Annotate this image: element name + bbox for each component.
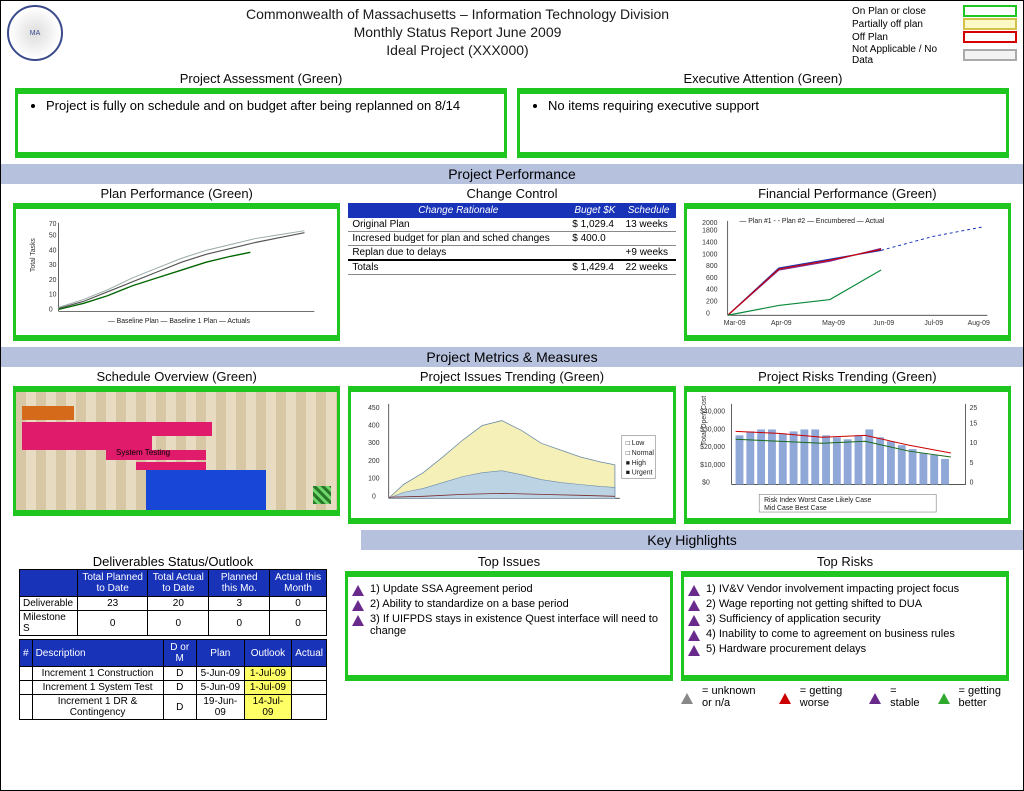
issues-trending-chart: 0 100 200 300 400 450 □ Low □ Normal ■ High ■… xyxy=(348,386,675,524)
svg-text:200: 200 xyxy=(368,458,380,465)
report-title: Commonwealth of Massachusetts – Informat… xyxy=(63,5,852,60)
stable-icon xyxy=(352,585,364,596)
svg-text:■ Urgent: ■ Urgent xyxy=(626,470,653,477)
change-control-table: Change RationaleBuget $KSchedule Origina… xyxy=(348,203,675,275)
svg-text:200: 200 xyxy=(706,298,718,305)
stable-icon xyxy=(688,630,700,641)
project-assessment-panel: Project is fully on schedule and on budg… xyxy=(15,88,507,158)
unknown-icon xyxy=(681,693,693,704)
financial-performance-chart: 0 200 400 600 800 1000 1400 18002000 Mar-09 Apr-… xyxy=(684,203,1011,341)
svg-text:2000: 2000 xyxy=(702,220,717,227)
svg-text:Total Open Costs: Total Open Costs xyxy=(701,396,708,445)
worse-icon xyxy=(779,693,791,704)
svg-text:Apr-09: Apr-09 xyxy=(771,320,792,327)
svg-text:400: 400 xyxy=(368,422,380,429)
stable-icon xyxy=(869,693,881,704)
section-project-performance: Project Performance xyxy=(1,164,1023,184)
svg-text:50: 50 xyxy=(49,233,57,240)
svg-text:Mid Case Best Case: Mid Case Best Case xyxy=(764,505,827,512)
svg-text:Jul-09: Jul-09 xyxy=(924,320,943,327)
svg-text:600: 600 xyxy=(706,275,718,282)
schedule-gantt-chart: System Testing xyxy=(13,386,340,516)
svg-text:0: 0 xyxy=(49,306,53,313)
svg-text:30: 30 xyxy=(49,262,57,269)
project-assessment-title: Project Assessment (Green) xyxy=(15,71,507,86)
deliverables-detail-table: #DescriptionD or MPlanOutlookActual Incr… xyxy=(19,639,327,720)
svg-text:1800: 1800 xyxy=(702,228,717,235)
svg-text:0: 0 xyxy=(372,493,376,500)
status-legend: On Plan or close Partially off plan Off … xyxy=(852,5,1017,67)
triangle-legend: = unknown or n/a = getting worse = stabl… xyxy=(681,685,1009,709)
top-issues-title: Top Issues xyxy=(345,554,673,569)
svg-text:Mar-09: Mar-09 xyxy=(723,320,745,327)
svg-text:□ Low: □ Low xyxy=(626,440,645,447)
svg-text:10: 10 xyxy=(969,440,977,447)
svg-text:Risk Index Worst Case Like: Risk Index Worst Case Likely Case xyxy=(764,497,871,504)
issues-trending-title: Project Issues Trending (Green) xyxy=(348,369,675,384)
svg-text:800: 800 xyxy=(706,263,718,270)
svg-text:1000: 1000 xyxy=(702,251,717,258)
svg-text:70: 70 xyxy=(49,221,57,228)
schedule-overview-title: Schedule Overview (Green) xyxy=(13,369,340,384)
svg-text:— Baseline Plan — Baseline 1: — Baseline Plan — Baseline 1 Plan — Actu… xyxy=(108,318,251,325)
risks-trending-title: Project Risks Trending (Green) xyxy=(684,369,1011,384)
stable-icon xyxy=(688,645,700,656)
plan-performance-chart: 0 10 20 30 40 50 70 — Baseline Plan — Baseline… xyxy=(13,203,340,341)
svg-text:$0: $0 xyxy=(702,480,710,487)
svg-text:■ High: ■ High xyxy=(626,460,646,467)
svg-text:15: 15 xyxy=(969,421,977,428)
stable-icon xyxy=(688,600,700,611)
section-metrics: Project Metrics & Measures xyxy=(1,347,1023,367)
svg-text:Total Tasks: Total Tasks xyxy=(30,238,37,272)
top-risks-panel: 1) IV&V Vendor involvement impacting pro… xyxy=(681,571,1009,681)
svg-text:$10,000: $10,000 xyxy=(700,462,725,469)
svg-text:10: 10 xyxy=(49,292,57,299)
change-control-title: Change Control xyxy=(348,186,675,201)
executive-attention-panel: No items requiring executive support xyxy=(517,88,1009,158)
stable-icon xyxy=(688,615,700,626)
svg-text:Aug-09: Aug-09 xyxy=(967,320,989,327)
stable-icon xyxy=(352,615,364,626)
plan-performance-title: Plan Performance (Green) xyxy=(13,186,340,201)
risks-trending-chart: $0$10,000$20,000$30,000$40,000 05101525 … xyxy=(684,386,1011,524)
svg-text:300: 300 xyxy=(368,440,380,447)
better-icon xyxy=(938,693,950,704)
svg-text:Jun-09: Jun-09 xyxy=(873,320,894,327)
svg-text:□ Normal: □ Normal xyxy=(626,450,655,457)
svg-text:25: 25 xyxy=(969,405,977,412)
stable-icon xyxy=(688,585,700,596)
state-seal-icon: MA xyxy=(7,5,63,61)
svg-text:400: 400 xyxy=(706,287,718,294)
executive-attention-title: Executive Attention (Green) xyxy=(517,71,1009,86)
svg-text:1400: 1400 xyxy=(702,239,717,246)
financial-performance-title: Financial Performance (Green) xyxy=(684,186,1011,201)
section-key-highlights: Key Highlights xyxy=(361,530,1023,550)
svg-text:— Plan #1 - - Plan #2 — Encu: — Plan #1 - - Plan #2 — Encumbered — Act… xyxy=(739,218,884,225)
svg-text:0: 0 xyxy=(706,310,710,317)
stable-icon xyxy=(352,600,364,611)
svg-text:5: 5 xyxy=(969,460,973,467)
top-risks-title: Top Risks xyxy=(681,554,1009,569)
svg-text:0: 0 xyxy=(969,480,973,487)
top-issues-panel: 1) Update SSA Agreement period 2) Abilit… xyxy=(345,571,673,681)
deliverables-title: Deliverables Status/Outlook xyxy=(19,554,327,569)
deliverables-summary-table: Total Planned to DateTotal Actual to Dat… xyxy=(19,569,327,636)
svg-text:100: 100 xyxy=(368,476,380,483)
svg-text:40: 40 xyxy=(49,247,57,254)
svg-text:20: 20 xyxy=(49,277,57,284)
svg-text:450: 450 xyxy=(368,405,380,412)
svg-text:May-09: May-09 xyxy=(822,320,845,327)
